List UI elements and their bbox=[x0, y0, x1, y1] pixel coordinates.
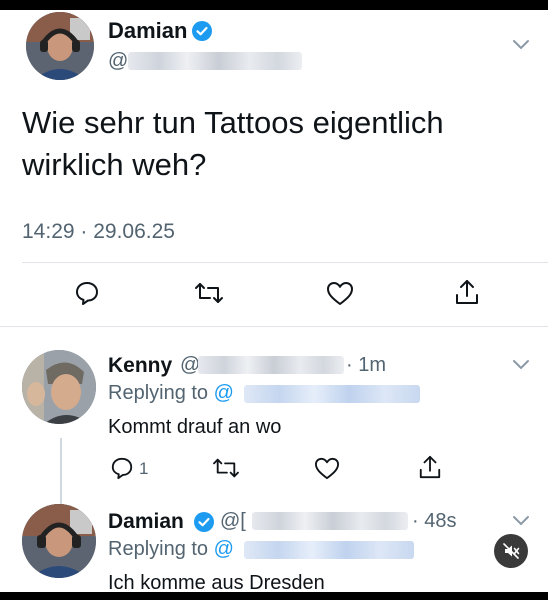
blurred-handle bbox=[244, 541, 414, 559]
share-icon[interactable] bbox=[454, 278, 480, 306]
tweet-timestamp[interactable]: 14:29 · 29.06.25 bbox=[22, 220, 175, 244]
reply-time[interactable]: · 1m bbox=[346, 354, 386, 377]
avatar[interactable] bbox=[22, 504, 96, 578]
chevron-down-icon[interactable] bbox=[512, 358, 530, 370]
replying-to: Replying to @ bbox=[108, 538, 234, 561]
verified-badge-icon bbox=[194, 512, 214, 532]
blurred-handle bbox=[244, 385, 420, 403]
author-name[interactable]: Damian bbox=[108, 510, 184, 534]
tweet-thread-screen: Damian @ Wie sehr tun Tattoos eigentlich… bbox=[0, 10, 548, 592]
avatar[interactable] bbox=[26, 12, 94, 80]
avatar[interactable] bbox=[22, 350, 96, 424]
replying-handle[interactable]: @ bbox=[214, 382, 234, 404]
like-icon[interactable] bbox=[314, 456, 340, 480]
reply-icon[interactable] bbox=[110, 456, 134, 480]
chevron-down-icon[interactable] bbox=[512, 514, 530, 526]
replying-label: Replying to bbox=[108, 382, 209, 404]
replying-label: Replying to bbox=[108, 538, 209, 560]
author-name[interactable]: Damian bbox=[108, 18, 187, 44]
reply-text: Kommt drauf an wo bbox=[108, 416, 282, 438]
reply-icon[interactable] bbox=[74, 280, 100, 306]
like-icon[interactable] bbox=[326, 280, 354, 306]
retweet-icon[interactable] bbox=[212, 456, 240, 480]
retweet-icon[interactable] bbox=[194, 280, 224, 306]
divider bbox=[0, 326, 548, 327]
speaker-muted-icon bbox=[503, 543, 520, 559]
replying-handle[interactable]: @ bbox=[214, 538, 234, 560]
reply-count: 1 bbox=[139, 459, 149, 478]
verified-badge-icon bbox=[192, 21, 212, 41]
chevron-down-icon[interactable] bbox=[512, 38, 530, 50]
author-name[interactable]: Kenny bbox=[108, 354, 172, 378]
blurred-handle bbox=[252, 512, 408, 530]
divider bbox=[22, 262, 548, 263]
author-handle[interactable]: @[ bbox=[220, 510, 246, 533]
reply-time[interactable]: · 48s bbox=[412, 510, 456, 533]
share-icon[interactable] bbox=[418, 454, 442, 480]
blurred-handle bbox=[128, 52, 302, 70]
author-handle[interactable]: @ bbox=[108, 50, 128, 73]
thread-line bbox=[60, 438, 62, 508]
tweet-text: Wie sehr tun Tattoos eigentlich wirklich… bbox=[22, 105, 444, 182]
blurred-handle bbox=[198, 356, 344, 374]
reply-text: Ich komme aus Dresden bbox=[108, 572, 325, 592]
replying-to: Replying to @ bbox=[108, 382, 234, 405]
mute-button[interactable] bbox=[494, 534, 528, 568]
